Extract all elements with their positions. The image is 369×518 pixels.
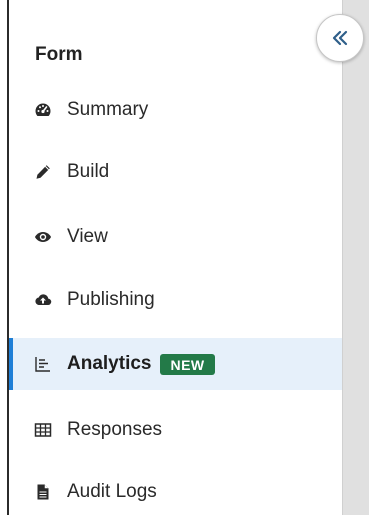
table-icon — [34, 421, 52, 439]
sidebar-item-responses[interactable]: Responses — [9, 404, 342, 456]
new-badge: NEW — [160, 353, 215, 375]
sidebar-title: Form — [35, 44, 83, 65]
sidebar-item-label: Summary — [67, 99, 149, 120]
eye-icon — [34, 228, 52, 246]
sidebar-item-label: Publishing — [67, 289, 155, 310]
dashboard-icon — [34, 101, 52, 119]
sidebar-item-audit-logs[interactable]: Audit Logs — [9, 466, 342, 518]
sidebar-item-view[interactable]: View — [9, 211, 342, 263]
content-pane — [342, 0, 369, 515]
sidebar-item-label: Audit Logs — [67, 481, 157, 502]
pencil-icon — [34, 163, 52, 181]
sidebar-item-summary[interactable]: Summary — [9, 84, 342, 136]
cloud-upload-icon — [34, 291, 52, 309]
analytics-icon — [34, 355, 52, 373]
sidebar-item-analytics[interactable]: Analytics NEW — [9, 338, 342, 390]
sidebar-item-build[interactable]: Build — [9, 146, 342, 198]
sidebar-item-label: Build — [67, 161, 110, 182]
sidebar-item-publishing[interactable]: Publishing — [9, 274, 342, 326]
double-chevron-left-icon — [330, 28, 350, 48]
document-icon — [34, 483, 52, 501]
sidebar-item-label: Analytics — [67, 353, 152, 374]
sidebar-item-label: View — [67, 226, 108, 247]
left-edge — [0, 0, 9, 515]
sidebar-item-label: Responses — [67, 419, 163, 440]
sidebar: Form Summary Build View Publishing Analy… — [9, 10, 342, 515]
collapse-sidebar-button[interactable] — [316, 14, 364, 62]
